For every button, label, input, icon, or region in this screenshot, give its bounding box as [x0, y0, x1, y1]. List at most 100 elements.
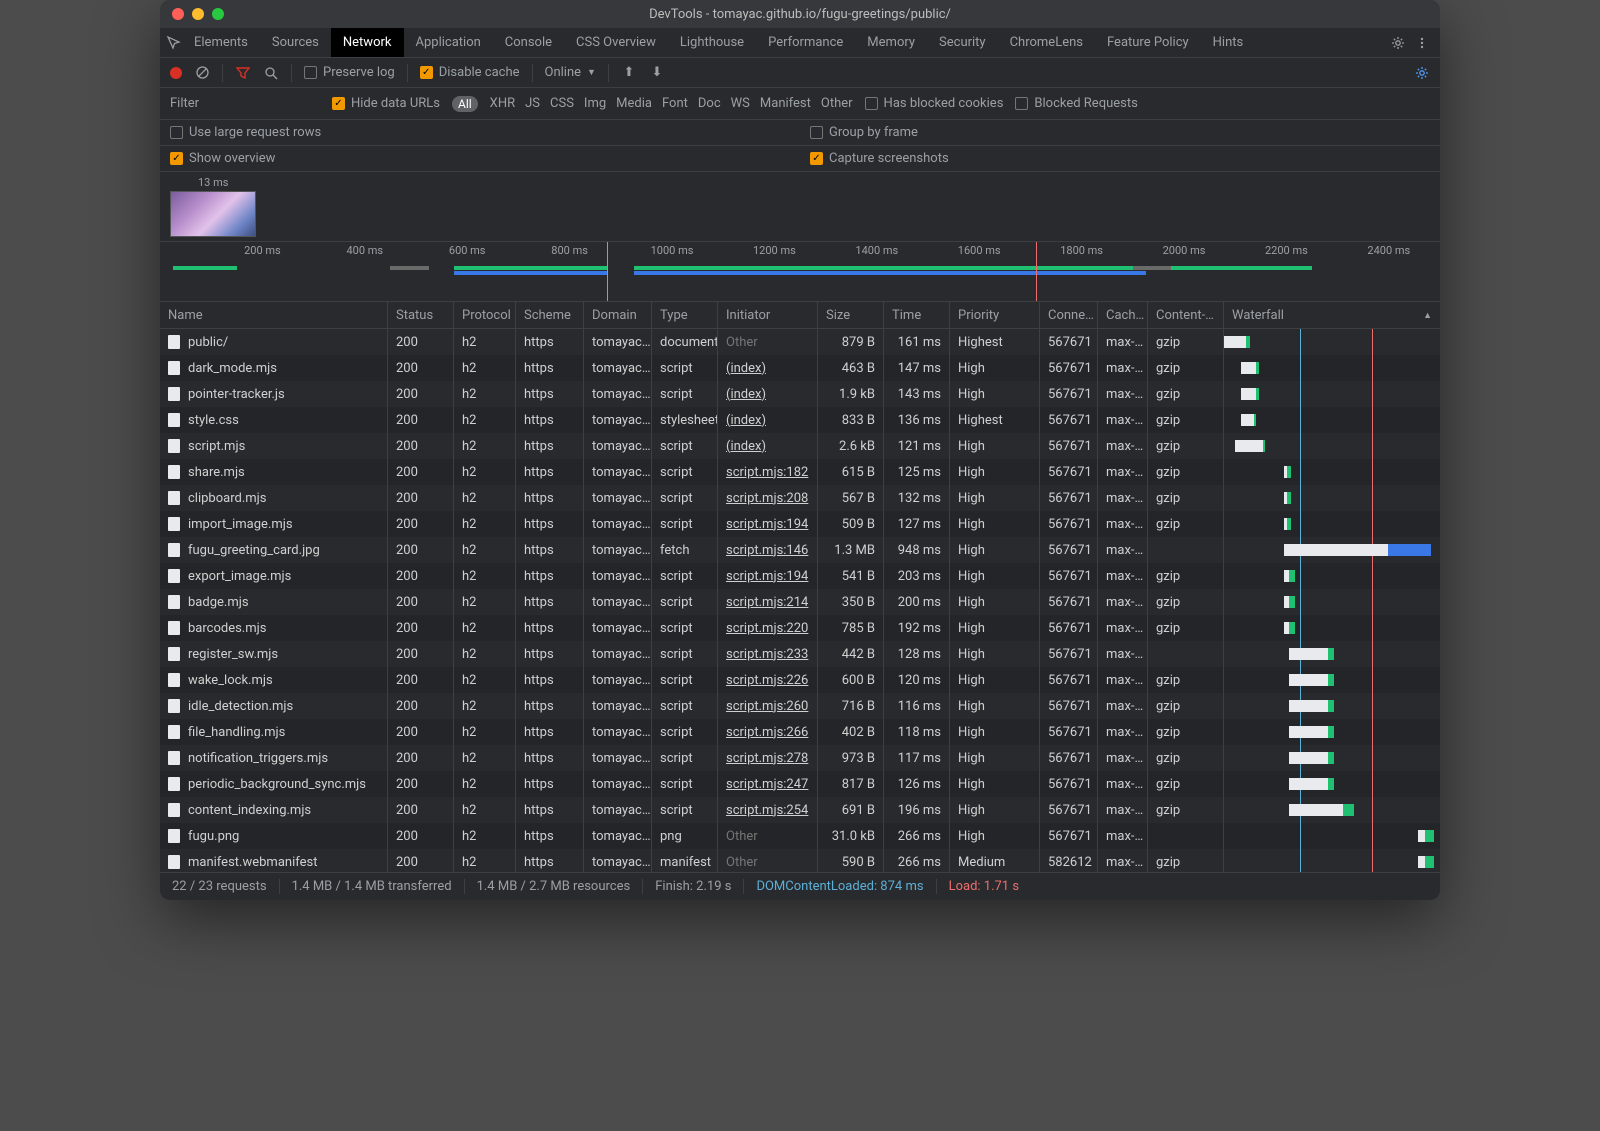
- tab-security[interactable]: Security: [927, 28, 998, 57]
- column-header-initiator[interactable]: Initiator: [718, 302, 818, 328]
- table-row[interactable]: clipboard.mjs200h2httpstomayac…scriptscr…: [160, 485, 1440, 511]
- tab-performance[interactable]: Performance: [756, 28, 855, 57]
- settings-icon[interactable]: [1386, 31, 1410, 55]
- tab-hints[interactable]: Hints: [1201, 28, 1256, 57]
- use-large-rows-checkbox[interactable]: Use large request rows: [170, 125, 321, 140]
- column-header-content-[interactable]: Content-…: [1148, 302, 1224, 328]
- filter-all-pill[interactable]: All: [452, 96, 478, 112]
- column-header-protocol[interactable]: Protocol: [454, 302, 516, 328]
- filter-type-img[interactable]: Img: [584, 96, 606, 111]
- clear-icon[interactable]: [194, 65, 210, 81]
- filter-input[interactable]: Filter: [170, 96, 320, 111]
- table-body[interactable]: public/200h2httpstomayac…documentOther87…: [160, 329, 1440, 872]
- filter-type-js[interactable]: JS: [525, 96, 540, 111]
- initiator-link[interactable]: (index): [726, 439, 766, 454]
- column-header-domain[interactable]: Domain: [584, 302, 652, 328]
- filter-icon[interactable]: [235, 65, 251, 81]
- tab-elements[interactable]: Elements: [182, 28, 260, 57]
- column-header-status[interactable]: Status: [388, 302, 454, 328]
- table-row[interactable]: wake_lock.mjs200h2httpstomayac…scriptscr…: [160, 667, 1440, 693]
- column-header-time[interactable]: Time: [884, 302, 950, 328]
- initiator-link[interactable]: script.mjs:146: [726, 543, 808, 558]
- column-header-type[interactable]: Type: [652, 302, 718, 328]
- search-icon[interactable]: [263, 65, 279, 81]
- tab-console[interactable]: Console: [493, 28, 564, 57]
- initiator-link[interactable]: script.mjs:260: [726, 699, 808, 714]
- initiator-link[interactable]: (index): [726, 413, 766, 428]
- column-header-conne-[interactable]: Conne…: [1040, 302, 1098, 328]
- table-row[interactable]: import_image.mjs200h2httpstomayac…script…: [160, 511, 1440, 537]
- network-settings-icon[interactable]: [1414, 65, 1430, 81]
- initiator-link[interactable]: script.mjs:278: [726, 751, 808, 766]
- throttling-select[interactable]: Online ▼: [545, 65, 596, 80]
- table-row[interactable]: idle_detection.mjs200h2httpstomayac…scri…: [160, 693, 1440, 719]
- filter-type-css[interactable]: CSS: [550, 96, 574, 111]
- column-header-scheme[interactable]: Scheme: [516, 302, 584, 328]
- tab-lighthouse[interactable]: Lighthouse: [668, 28, 756, 57]
- initiator-link[interactable]: script.mjs:220: [726, 621, 808, 636]
- tab-sources[interactable]: Sources: [260, 28, 331, 57]
- table-row[interactable]: file_handling.mjs200h2httpstomayac…scrip…: [160, 719, 1440, 745]
- table-row[interactable]: pointer-tracker.js200h2httpstomayac…scri…: [160, 381, 1440, 407]
- filter-type-other[interactable]: Other: [821, 96, 853, 111]
- table-row[interactable]: public/200h2httpstomayac…documentOther87…: [160, 329, 1440, 355]
- disable-cache-checkbox[interactable]: Disable cache: [420, 65, 520, 80]
- filter-type-manifest[interactable]: Manifest: [760, 96, 811, 111]
- initiator-link[interactable]: script.mjs:182: [726, 465, 808, 480]
- tab-chromelens[interactable]: ChromeLens: [998, 28, 1095, 57]
- preserve-log-checkbox[interactable]: Preserve log: [304, 65, 395, 80]
- table-row[interactable]: barcodes.mjs200h2httpstomayac…scriptscri…: [160, 615, 1440, 641]
- column-header-priority[interactable]: Priority: [950, 302, 1040, 328]
- table-row[interactable]: fugu.png200h2httpstomayac…pngOther31.0 k…: [160, 823, 1440, 849]
- initiator-link[interactable]: script.mjs:194: [726, 569, 808, 584]
- capture-screenshots-checkbox[interactable]: Capture screenshots: [810, 151, 949, 166]
- table-row[interactable]: style.css200h2httpstomayac…stylesheet(in…: [160, 407, 1440, 433]
- initiator-link[interactable]: script.mjs:208: [726, 491, 808, 506]
- table-row[interactable]: manifest.webmanifest200h2httpstomayac…ma…: [160, 849, 1440, 872]
- blocked-requests-checkbox[interactable]: Blocked Requests: [1015, 96, 1137, 111]
- initiator-link[interactable]: script.mjs:247: [726, 777, 808, 792]
- filter-type-xhr[interactable]: XHR: [490, 96, 515, 111]
- table-row[interactable]: fugu_greeting_card.jpg200h2httpstomayac……: [160, 537, 1440, 563]
- column-header-waterfall[interactable]: Waterfall▲: [1224, 302, 1440, 328]
- table-row[interactable]: content_indexing.mjs200h2httpstomayac…sc…: [160, 797, 1440, 823]
- initiator-link[interactable]: script.mjs:233: [726, 647, 808, 662]
- timeline-overview[interactable]: 200 ms400 ms600 ms800 ms1000 ms1200 ms14…: [160, 242, 1440, 302]
- tab-network[interactable]: Network: [331, 28, 404, 57]
- table-row[interactable]: notification_triggers.mjs200h2httpstomay…: [160, 745, 1440, 771]
- filter-type-media[interactable]: Media: [616, 96, 652, 111]
- tab-memory[interactable]: Memory: [855, 28, 927, 57]
- inspect-icon[interactable]: [166, 35, 182, 51]
- table-row[interactable]: script.mjs200h2httpstomayac…script(index…: [160, 433, 1440, 459]
- table-row[interactable]: badge.mjs200h2httpstomayac…scriptscript.…: [160, 589, 1440, 615]
- table-row[interactable]: dark_mode.mjs200h2httpstomayac…script(in…: [160, 355, 1440, 381]
- table-row[interactable]: register_sw.mjs200h2httpstomayac…scripts…: [160, 641, 1440, 667]
- more-icon[interactable]: [1410, 31, 1434, 55]
- initiator-link[interactable]: script.mjs:254: [726, 803, 808, 818]
- upload-har-icon[interactable]: ⬆: [621, 65, 637, 81]
- download-har-icon[interactable]: ⬇: [649, 65, 665, 81]
- column-header-name[interactable]: Name: [160, 302, 388, 328]
- filter-type-font[interactable]: Font: [662, 96, 688, 111]
- record-button[interactable]: [170, 67, 182, 79]
- initiator-link[interactable]: (index): [726, 387, 766, 402]
- tab-feature-policy[interactable]: Feature Policy: [1095, 28, 1201, 57]
- group-by-frame-checkbox[interactable]: Group by frame: [810, 125, 918, 140]
- show-overview-checkbox[interactable]: Show overview: [170, 151, 275, 166]
- table-row[interactable]: share.mjs200h2httpstomayac…scriptscript.…: [160, 459, 1440, 485]
- column-header-cach-[interactable]: Cach…: [1098, 302, 1148, 328]
- tab-application[interactable]: Application: [404, 28, 493, 57]
- initiator-link[interactable]: script.mjs:214: [726, 595, 808, 610]
- initiator-link[interactable]: script.mjs:194: [726, 517, 808, 532]
- table-row[interactable]: export_image.mjs200h2httpstomayac…script…: [160, 563, 1440, 589]
- screenshot-thumbnail[interactable]: [170, 191, 256, 237]
- filter-type-doc[interactable]: Doc: [698, 96, 721, 111]
- table-row[interactable]: periodic_background_sync.mjs200h2httpsto…: [160, 771, 1440, 797]
- hide-data-urls-checkbox[interactable]: Hide data URLs: [332, 96, 440, 111]
- has-blocked-cookies-checkbox[interactable]: Has blocked cookies: [865, 96, 1004, 111]
- initiator-link[interactable]: script.mjs:266: [726, 725, 808, 740]
- initiator-link[interactable]: script.mjs:226: [726, 673, 808, 688]
- initiator-link[interactable]: (index): [726, 361, 766, 376]
- tab-css-overview[interactable]: CSS Overview: [564, 28, 668, 57]
- column-header-size[interactable]: Size: [818, 302, 884, 328]
